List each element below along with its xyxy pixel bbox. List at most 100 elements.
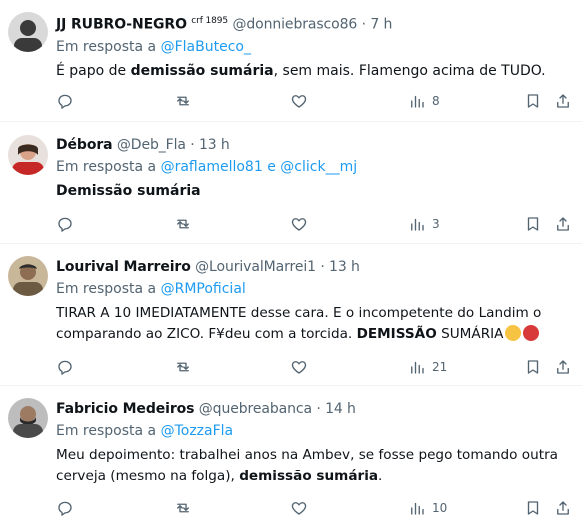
- tweet-header: JJ RUBRO-NEGRO crf 1895 @donniebrasco86 …: [56, 12, 572, 34]
- views-icon: [411, 218, 424, 231]
- reply-joiner: e: [267, 159, 276, 175]
- mention-link[interactable]: @FlaButeco_: [161, 39, 251, 55]
- views-button[interactable]: 10: [408, 498, 447, 518]
- handle[interactable]: @LourivalMarrei1: [195, 259, 316, 275]
- tweet-text-bold: demissão sumária: [130, 62, 274, 79]
- tweet-text-segment: , sem mais. Flamengo acima de TUDO.: [273, 62, 546, 79]
- handle[interactable]: @donniebrasco86: [232, 17, 357, 33]
- replies-feed: JJ RUBRO-NEGRO crf 1895 @donniebrasco86 …: [0, 0, 582, 523]
- bookmark-button[interactable]: [524, 214, 542, 234]
- reply-button[interactable]: [56, 214, 74, 234]
- views-button[interactable]: 21: [408, 357, 447, 377]
- separator: ·: [190, 137, 195, 153]
- bookmark-button[interactable]: [524, 498, 542, 518]
- avatar[interactable]: [8, 398, 48, 438]
- like-button[interactable]: [290, 91, 308, 111]
- share-button[interactable]: [554, 357, 572, 377]
- reply-prefix: Em resposta a: [56, 281, 157, 297]
- tweet[interactable]: Fabricio Medeiros @quebreabanca · 14 h E…: [0, 386, 582, 523]
- reply-icon: [58, 217, 72, 232]
- bookmark-button[interactable]: [524, 91, 542, 111]
- like-button[interactable]: [290, 357, 308, 377]
- reply-button[interactable]: [56, 357, 74, 377]
- reply-button[interactable]: [56, 91, 74, 111]
- timestamp[interactable]: 14 h: [325, 401, 356, 417]
- reply-icon: [58, 501, 72, 516]
- angry-face-emoji: [523, 325, 540, 341]
- retweet-button[interactable]: [174, 498, 192, 518]
- reply-prefix: Em resposta a: [56, 38, 157, 55]
- views-icon: [411, 361, 424, 374]
- tweet-header: Lourival Marreiro @LourivalMarrei1 · 13 …: [56, 258, 572, 276]
- views-count: 8: [432, 94, 440, 108]
- display-name[interactable]: Lourival Marreiro: [56, 259, 191, 275]
- mention-link[interactable]: @raflamello81: [161, 159, 263, 175]
- tweet-text: É papo de demissão sumária, sem mais. Fl…: [56, 61, 572, 82]
- tweet-header: Débora @Deb_Fla · 13 h: [56, 136, 572, 154]
- share-button[interactable]: [554, 91, 572, 111]
- like-button[interactable]: [290, 214, 308, 234]
- tweet-text-line: cerveja (mesmo na folga), demissão sumár…: [56, 466, 572, 487]
- mention-link[interactable]: @click__mj: [280, 159, 357, 175]
- bookmark-icon: [527, 501, 539, 515]
- tweet-text-line: Meu depoimento: trabalhei anos na Ambev,…: [56, 447, 558, 463]
- tweet-text-segment: cerveja (mesmo na folga),: [56, 468, 240, 484]
- retweet-icon: [177, 96, 189, 106]
- like-icon: [291, 502, 307, 515]
- tweet-text: Demissão sumária: [56, 181, 572, 202]
- shocked-face-emoji: [505, 325, 522, 341]
- views-count: 21: [432, 360, 448, 374]
- share-button[interactable]: [554, 214, 572, 234]
- views-button[interactable]: 3: [408, 214, 440, 234]
- reply-icon: [58, 94, 72, 109]
- reply-context: Em resposta a @FlaButeco_: [56, 38, 572, 56]
- avatar[interactable]: [8, 256, 48, 296]
- handle[interactable]: @Deb_Fla: [117, 137, 186, 153]
- retweet-button[interactable]: [174, 214, 192, 234]
- avatar[interactable]: [8, 135, 48, 175]
- display-name[interactable]: Fabricio Medeiros: [56, 401, 195, 417]
- tweet-actions: 21: [56, 357, 572, 377]
- tweet-text-segment: É papo de: [56, 62, 131, 79]
- reply-prefix: Em resposta a: [56, 159, 157, 175]
- name-badge: crf 1895: [191, 16, 229, 26]
- tweet-header: Fabricio Medeiros @quebreabanca · 14 h: [56, 400, 572, 418]
- views-count: 3: [432, 217, 440, 231]
- like-icon: [291, 361, 307, 374]
- tweet[interactable]: Débora @Deb_Fla · 13 h Em resposta a @ra…: [0, 122, 582, 244]
- reply-button[interactable]: [56, 498, 74, 518]
- mention-link[interactable]: @TozzaFla: [161, 423, 234, 439]
- tweet-actions: 10: [56, 498, 572, 518]
- tweet-text-bold: Demissão sumária: [56, 183, 201, 199]
- share-button[interactable]: [554, 498, 572, 518]
- display-name[interactable]: Débora: [56, 137, 113, 153]
- tweet-text-line: comparando ao ZICO. F¥deu com a torcida.…: [56, 324, 572, 345]
- like-button[interactable]: [290, 498, 308, 518]
- like-icon: [291, 218, 307, 231]
- tweet[interactable]: Lourival Marreiro @LourivalMarrei1 · 13 …: [0, 244, 582, 386]
- timestamp[interactable]: 13 h: [329, 259, 360, 275]
- tweet[interactable]: JJ RUBRO-NEGRO crf 1895 @donniebrasco86 …: [0, 0, 582, 122]
- reply-context: Em resposta a @RMPoficial: [56, 280, 572, 298]
- tweet-text-bold: demissão sumária: [239, 468, 379, 484]
- display-name[interactable]: JJ RUBRO-NEGRO: [56, 17, 187, 33]
- separator: ·: [361, 16, 366, 33]
- retweet-button[interactable]: [174, 91, 192, 111]
- views-button[interactable]: 8: [408, 91, 440, 111]
- tweet-text-segment: .: [378, 468, 383, 484]
- reply-prefix: Em resposta a: [56, 423, 157, 439]
- timestamp[interactable]: 13 h: [199, 137, 230, 153]
- handle[interactable]: @quebreabanca: [199, 401, 312, 417]
- mention-link[interactable]: @RMPoficial: [161, 281, 246, 297]
- tweet-actions: 8: [56, 91, 572, 111]
- timestamp[interactable]: 7 h: [370, 17, 392, 33]
- separator: ·: [320, 259, 325, 275]
- retweet-icon: [177, 362, 189, 372]
- tweet-text-segment: SUMÁRIA: [436, 326, 504, 342]
- bookmark-button[interactable]: [524, 357, 542, 377]
- avatar[interactable]: [8, 12, 48, 52]
- share-icon: [557, 501, 569, 515]
- retweet-icon: [177, 219, 189, 229]
- tweet-actions: 3: [56, 214, 572, 234]
- retweet-button[interactable]: [174, 357, 192, 377]
